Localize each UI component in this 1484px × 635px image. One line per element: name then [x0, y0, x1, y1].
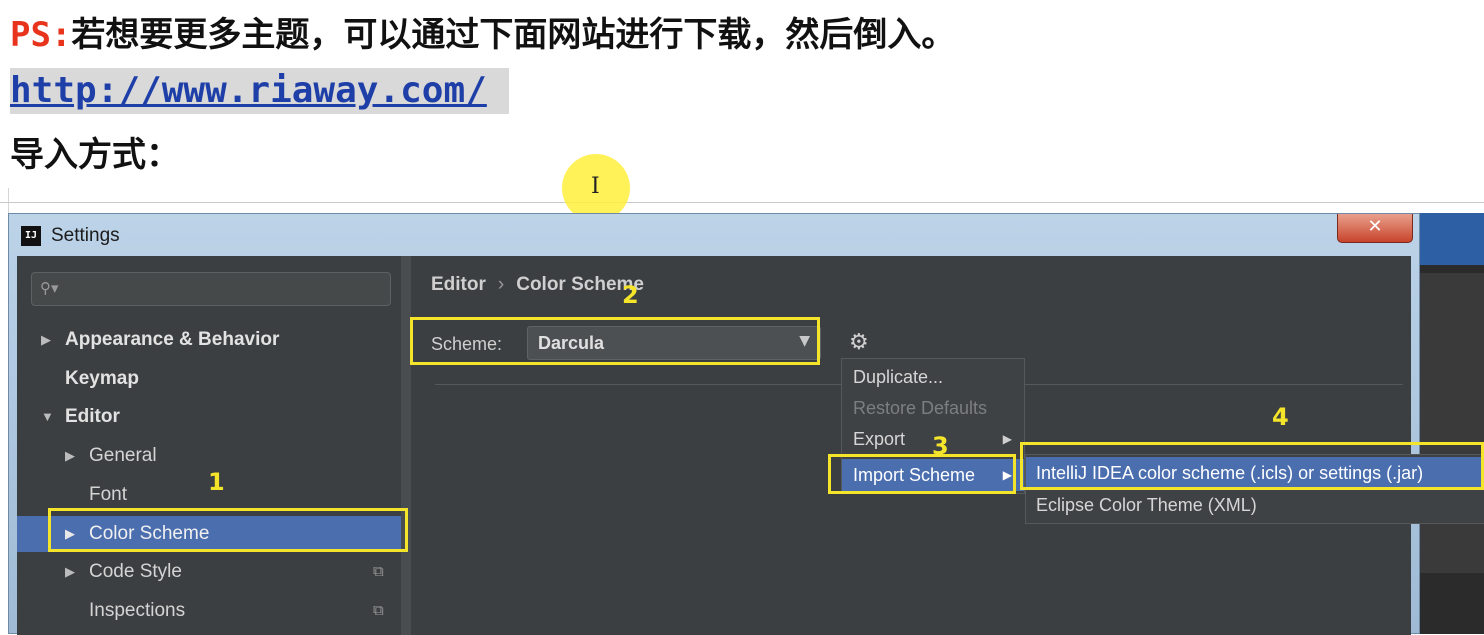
copy-icon: ⧉ [373, 563, 384, 580]
settings-sidebar: ⚲▾ ▶ Appearance & Behavior Keymap ▼ Edit… [17, 256, 407, 635]
breadcrumb: Editor › Color Scheme [431, 272, 644, 298]
settings-search-input[interactable]: ⚲▾ [31, 272, 391, 306]
import-heading: 导入方式： [10, 135, 180, 175]
collapse-arrow-icon[interactable]: ▼ [41, 399, 54, 435]
tree-item-label: Keymap [65, 368, 139, 389]
annotation-step-4: 4 [1272, 403, 1289, 431]
annotation-step-2: 2 [622, 281, 639, 309]
expand-arrow-icon[interactable]: ▶ [41, 322, 51, 358]
theme-site-link[interactable]: http://www.riaway.com/ [10, 68, 509, 114]
ps-text: 若想要更多主题，可以通过下面网站进行下载，然后倒入。 [71, 15, 956, 55]
tree-item-keymap[interactable]: Keymap [17, 361, 407, 397]
annotation-box-color-scheme [48, 508, 408, 552]
menu-item-restore-defaults: Restore Defaults [842, 392, 1024, 424]
tree-item-label: Code Style [89, 561, 182, 582]
tree-item-label: General [89, 445, 157, 466]
menu-item-duplicate[interactable]: Duplicate... [842, 361, 1024, 393]
doc-tip-line: PS:若想要更多主题，可以通过下面网站进行下载，然后倒入。 [10, 10, 955, 60]
menu-item-label: Restore Defaults [853, 398, 988, 418]
tree-item-code-style[interactable]: ▶ Code Style ⧉ [17, 554, 407, 590]
menu-item-label: Export [853, 429, 906, 449]
tree-item-appearance-behavior[interactable]: ▶ Appearance & Behavior [17, 322, 407, 358]
annotation-box-intellij-option [1020, 442, 1484, 490]
menu-item-label: Duplicate... [853, 367, 944, 387]
settings-window: IJ Settings ✕ ⚲▾ ▶ Appearance & Behavior… [8, 213, 1484, 635]
tree-item-editor[interactable]: ▼ Editor [17, 399, 407, 435]
expand-arrow-icon[interactable]: ▶ [65, 438, 75, 474]
tree-item-label: Appearance & Behavior [65, 329, 280, 350]
menu-item-label: Eclipse Color Theme (XML) [1036, 495, 1257, 515]
tree-item-label: Editor [65, 406, 120, 427]
copy-icon: ⧉ [373, 602, 384, 619]
sidebar-scrollbar[interactable] [401, 256, 411, 635]
tree-item-label: Inspections [89, 600, 186, 621]
submenu-arrow-icon: ▶ [1002, 432, 1012, 446]
breadcrumb-separator: › [497, 274, 505, 295]
background-panel [1420, 273, 1484, 573]
text-cursor-icon: I [591, 174, 600, 199]
expand-arrow-icon[interactable]: ▶ [65, 554, 75, 590]
background-ide-strip [1420, 213, 1484, 634]
annotation-box-scheme [410, 317, 820, 365]
background-title-band [1420, 213, 1484, 265]
close-icon: ✕ [1367, 216, 1383, 237]
gear-icon[interactable]: ⚙ [849, 330, 869, 356]
menu-item-eclipse-theme[interactable]: Eclipse Color Theme (XML) [1026, 489, 1484, 521]
annotation-step-1: 1 [208, 468, 225, 496]
intellij-app-icon: IJ [21, 226, 41, 246]
annotation-step-3: 3 [932, 432, 949, 460]
ps-prefix: PS: [10, 15, 72, 55]
tree-item-inspections[interactable]: Inspections ⧉ [17, 593, 407, 629]
search-icon: ⚲▾ [40, 279, 59, 297]
window-titlebar[interactable]: IJ Settings ✕ [9, 214, 1419, 256]
annotation-box-import-scheme [828, 454, 1016, 494]
page-divider [0, 202, 1484, 203]
breadcrumb-editor[interactable]: Editor [431, 274, 486, 295]
window-title: Settings [51, 225, 120, 246]
close-button[interactable]: ✕ [1337, 214, 1413, 243]
